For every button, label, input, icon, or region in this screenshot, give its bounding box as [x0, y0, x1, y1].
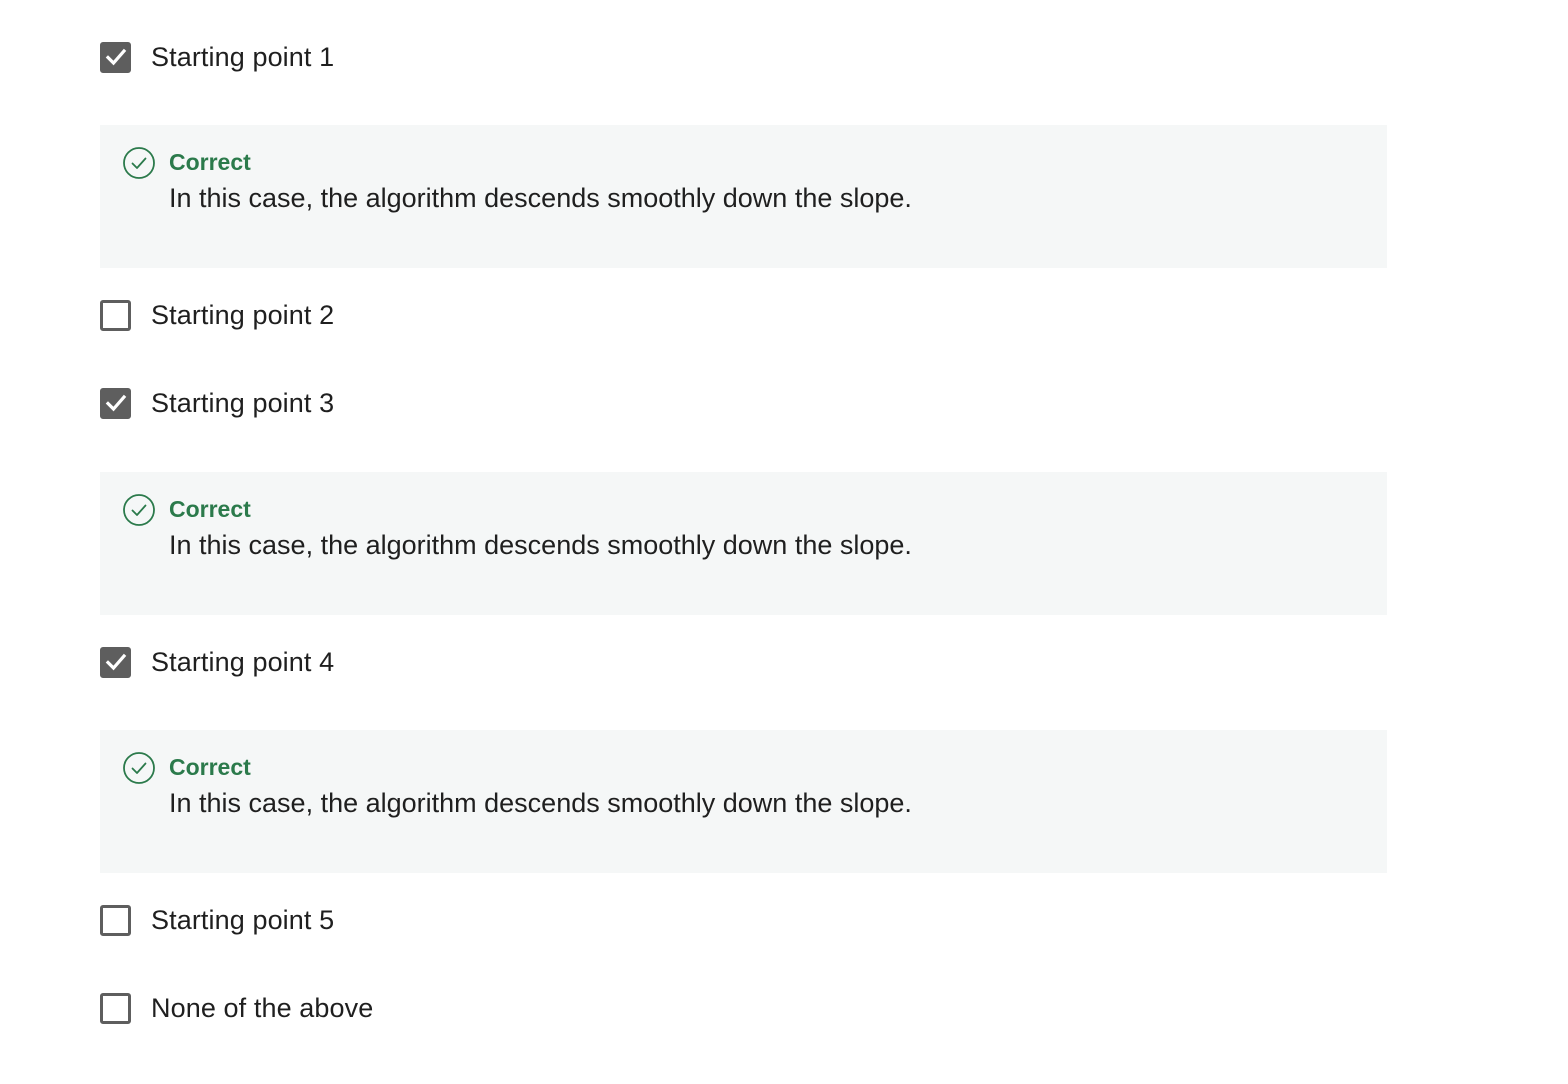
feedback-status: Correct	[169, 496, 251, 522]
option-starting-point-2[interactable]: Starting point 2	[100, 298, 334, 332]
checkbox-none-of-the-above[interactable]	[100, 992, 131, 1024]
checkbox-starting-point-1[interactable]	[100, 41, 131, 73]
feedback-panel: Correct In this case, the algorithm desc…	[100, 472, 1387, 615]
checkbox-starting-point-4[interactable]	[100, 646, 131, 678]
check-circle-icon	[123, 752, 155, 784]
option-starting-point-5[interactable]: Starting point 5	[100, 903, 334, 937]
feedback-status: Correct	[169, 149, 251, 175]
option-none-of-the-above[interactable]: None of the above	[100, 991, 373, 1025]
option-label[interactable]: Starting point 5	[151, 905, 334, 936]
check-circle-icon	[123, 147, 155, 179]
checkbox-starting-point-5[interactable]	[100, 904, 131, 936]
feedback-text: In this case, the algorithm descends smo…	[169, 530, 912, 560]
checkmark-icon	[105, 48, 126, 66]
feedback-panel: Correct In this case, the algorithm desc…	[100, 125, 1387, 268]
feedback-status: Correct	[169, 754, 251, 780]
option-label[interactable]: None of the above	[151, 993, 373, 1024]
check-circle-icon	[123, 494, 155, 526]
option-label[interactable]: Starting point 1	[151, 42, 334, 73]
feedback-panel: Correct In this case, the algorithm desc…	[100, 730, 1387, 873]
checkmark-icon	[105, 394, 126, 412]
feedback-text: In this case, the algorithm descends smo…	[169, 183, 912, 213]
option-starting-point-3[interactable]: Starting point 3	[100, 386, 334, 420]
feedback-text: In this case, the algorithm descends smo…	[169, 788, 912, 818]
option-label[interactable]: Starting point 4	[151, 647, 334, 678]
option-label[interactable]: Starting point 2	[151, 300, 334, 331]
option-starting-point-4[interactable]: Starting point 4	[100, 645, 334, 679]
option-starting-point-1[interactable]: Starting point 1	[100, 40, 334, 74]
checkmark-icon	[105, 653, 126, 671]
checkbox-starting-point-3[interactable]	[100, 387, 131, 419]
checkbox-starting-point-2[interactable]	[100, 299, 131, 331]
option-label[interactable]: Starting point 3	[151, 388, 334, 419]
